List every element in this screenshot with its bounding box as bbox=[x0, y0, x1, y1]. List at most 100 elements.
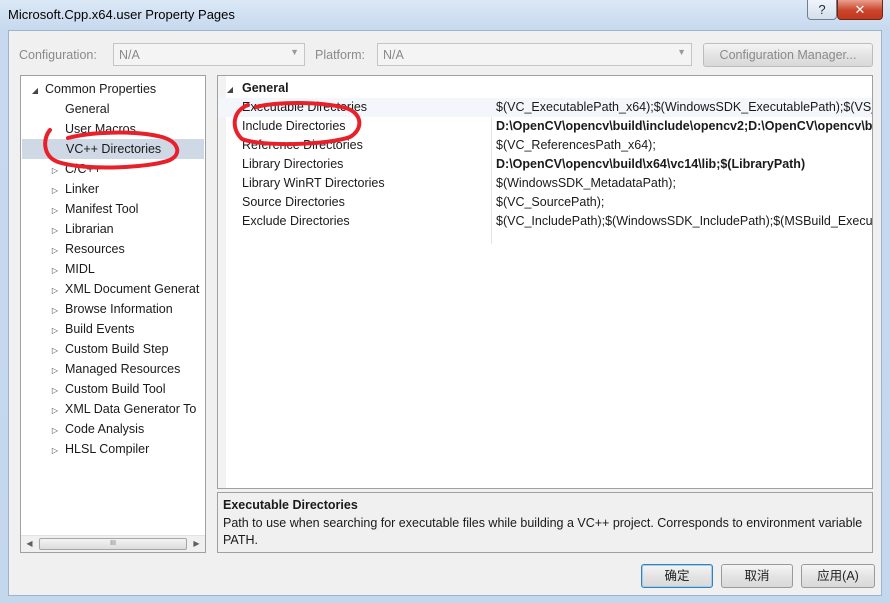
tree-item[interactable]: ▷ Custom Build Step bbox=[21, 339, 169, 359]
property-name: Library WinRT Directories bbox=[242, 176, 385, 190]
tree-item[interactable]: General bbox=[21, 99, 109, 119]
tree-item[interactable]: ▷ Custom Build Tool bbox=[21, 379, 166, 399]
help-button[interactable]: ? bbox=[807, 0, 837, 20]
tree-item-label: General bbox=[65, 102, 110, 116]
apply-button[interactable]: 应用(A) bbox=[801, 564, 875, 588]
category-general[interactable]: ◢ General bbox=[218, 79, 872, 98]
property-row[interactable]: Executable Directories $(VC_ExecutablePat… bbox=[218, 98, 872, 117]
platform-value: N/A bbox=[383, 48, 404, 62]
property-row[interactable]: Include Directories D:\OpenCV\opencv\buil… bbox=[218, 117, 872, 136]
collapse-icon[interactable]: ◢ bbox=[218, 80, 242, 99]
property-name: Executable Directories bbox=[242, 100, 368, 114]
dialog-client-area: Configuration: N/A ▼ Platform: N/A ▼ Con… bbox=[8, 30, 882, 596]
configuration-manager-button[interactable]: Configuration Manager... bbox=[703, 43, 873, 67]
chevron-down-icon: ▼ bbox=[677, 47, 686, 57]
tree-item-label: Custom Build Tool bbox=[65, 382, 166, 396]
tree-item-label: Code Analysis bbox=[65, 422, 145, 436]
scroll-right-icon[interactable]: ▶ bbox=[188, 536, 205, 552]
description-text: Path to use when searching for executabl… bbox=[223, 516, 863, 547]
property-value[interactable]: D:\OpenCV\opencv\build\x64\vc14\lib;$(Li… bbox=[495, 155, 872, 174]
collapse-icon[interactable]: ◢ bbox=[29, 81, 41, 101]
tree-item[interactable]: ▷ HLSL Compiler bbox=[21, 439, 149, 459]
tree-item-label: Build Events bbox=[65, 322, 135, 336]
tree-item-label: HLSL Compiler bbox=[65, 442, 150, 456]
property-row[interactable]: Library WinRT Directories $(WindowsSDK_Me… bbox=[218, 174, 872, 193]
tree-item-label: Managed Resources bbox=[65, 362, 181, 376]
tree-item-label: Librarian bbox=[65, 222, 114, 236]
property-row[interactable]: Library Directories D:\OpenCV\opencv\buil… bbox=[218, 155, 872, 174]
property-name: Exclude Directories bbox=[242, 214, 350, 228]
close-button[interactable]: ✕ bbox=[837, 0, 883, 20]
property-value[interactable]: $(VC_SourcePath); bbox=[495, 193, 872, 212]
tree-item[interactable]: ▷ Browse Information bbox=[21, 299, 173, 319]
description-title: Executable Directories bbox=[223, 498, 358, 512]
property-value[interactable]: D:\OpenCV\opencv\build\include\opencv2;D… bbox=[495, 117, 872, 136]
expand-icon[interactable]: ▷ bbox=[49, 241, 61, 261]
tree-item-label: Common Properties bbox=[45, 82, 157, 96]
property-value[interactable]: $(VC_ExecutablePath_x64);$(WindowsSDK_Ex… bbox=[495, 98, 872, 117]
tree-item[interactable]: ▷ XML Document Generat bbox=[21, 279, 199, 299]
tree-item[interactable]: ◢ Common Properties bbox=[21, 79, 156, 99]
expand-icon[interactable]: ▷ bbox=[49, 261, 61, 281]
scrollbar-thumb[interactable]: III bbox=[39, 538, 187, 550]
configuration-combo[interactable]: N/A ▼ bbox=[113, 43, 305, 66]
expand-icon[interactable]: ▷ bbox=[49, 421, 61, 441]
property-name: Source Directories bbox=[242, 195, 345, 209]
tree-item[interactable]: ▷ Build Events bbox=[21, 319, 135, 341]
configuration-value: N/A bbox=[119, 48, 140, 62]
property-tree[interactable]: ◢ Common Properties General User Macros VC++… bbox=[20, 75, 206, 553]
property-name: Library Directories bbox=[242, 157, 344, 171]
tree-item-label: Browse Information bbox=[65, 302, 173, 316]
title-bar[interactable]: Microsoft.Cpp.x64.user Property Pages ? … bbox=[0, 0, 890, 30]
tree-item[interactable]: ▷ Manifest Tool bbox=[21, 199, 139, 221]
expand-icon[interactable]: ▷ bbox=[49, 221, 61, 241]
property-pages-window: Microsoft.Cpp.x64.user Property Pages ? … bbox=[0, 0, 890, 603]
chevron-down-icon: ▼ bbox=[290, 47, 299, 57]
property-value[interactable]: $(VC_IncludePath);$(WindowsSDK_IncludePa… bbox=[495, 212, 872, 231]
expand-icon[interactable]: ▷ bbox=[49, 161, 61, 181]
property-grid[interactable]: ◢ General Executable Directories $(VC_Exec… bbox=[217, 75, 873, 489]
property-row[interactable]: Source Directories $(VC_SourcePath); bbox=[218, 193, 872, 212]
expand-icon[interactable]: ▷ bbox=[49, 441, 61, 461]
ok-button[interactable]: 确定 bbox=[641, 564, 713, 588]
window-title: Microsoft.Cpp.x64.user Property Pages bbox=[8, 7, 235, 22]
property-name: Reference Directories bbox=[242, 138, 363, 152]
tree-item[interactable]: User Macros bbox=[21, 119, 136, 139]
configuration-label: Configuration: bbox=[19, 48, 97, 62]
tree-item[interactable]: ▷ XML Data Generator To bbox=[21, 399, 196, 419]
scroll-left-icon[interactable]: ◀ bbox=[21, 536, 38, 552]
expand-icon[interactable]: ▷ bbox=[49, 201, 61, 221]
tree-item-label: Custom Build Step bbox=[65, 342, 169, 356]
tree-item-label: C/C++ bbox=[65, 162, 102, 176]
expand-icon[interactable]: ▷ bbox=[49, 341, 61, 361]
tree-item-label: MIDL bbox=[65, 262, 95, 276]
property-row[interactable]: Reference Directories $(VC_ReferencesPath… bbox=[218, 136, 872, 155]
tree-item[interactable]: ▷ Code Analysis bbox=[21, 419, 144, 439]
expand-icon[interactable]: ▷ bbox=[49, 401, 61, 421]
expand-icon[interactable]: ▷ bbox=[49, 381, 61, 401]
expand-icon[interactable]: ▷ bbox=[49, 321, 61, 341]
tree-item[interactable]: ▷ Librarian bbox=[21, 219, 114, 239]
tree-item[interactable]: ▷ Linker bbox=[21, 179, 99, 199]
cancel-button[interactable]: 取消 bbox=[721, 564, 793, 588]
property-value[interactable]: $(VC_ReferencesPath_x64); bbox=[495, 136, 872, 155]
platform-combo[interactable]: N/A ▼ bbox=[377, 43, 692, 66]
category-label: General bbox=[242, 81, 289, 95]
tree-item[interactable]: ▷ C/C++ bbox=[21, 159, 101, 179]
expand-icon[interactable]: ▷ bbox=[49, 181, 61, 201]
tree-item-label: Linker bbox=[65, 182, 100, 196]
expand-icon[interactable]: ▷ bbox=[49, 281, 61, 301]
platform-label: Platform: bbox=[315, 48, 366, 62]
tree-item-label: User Macros bbox=[65, 122, 136, 136]
property-value[interactable]: $(WindowsSDK_MetadataPath); bbox=[495, 174, 872, 193]
expand-icon[interactable]: ▷ bbox=[49, 361, 61, 381]
tree-item-label: XML Data Generator To bbox=[65, 402, 197, 416]
property-row[interactable]: Exclude Directories $(VC_IncludePath);$(W… bbox=[218, 212, 872, 231]
expand-icon[interactable]: ▷ bbox=[49, 301, 61, 321]
tree-item[interactable]: ▷ Managed Resources bbox=[21, 359, 180, 379]
property-name: Include Directories bbox=[242, 119, 346, 133]
tree-item[interactable]: ▷ MIDL bbox=[21, 259, 95, 279]
tree-item[interactable]: VC++ Directories bbox=[22, 139, 204, 159]
tree-horizontal-scrollbar[interactable]: ◀ III ▶ bbox=[21, 535, 205, 552]
tree-item[interactable]: ▷ Resources bbox=[21, 239, 125, 259]
